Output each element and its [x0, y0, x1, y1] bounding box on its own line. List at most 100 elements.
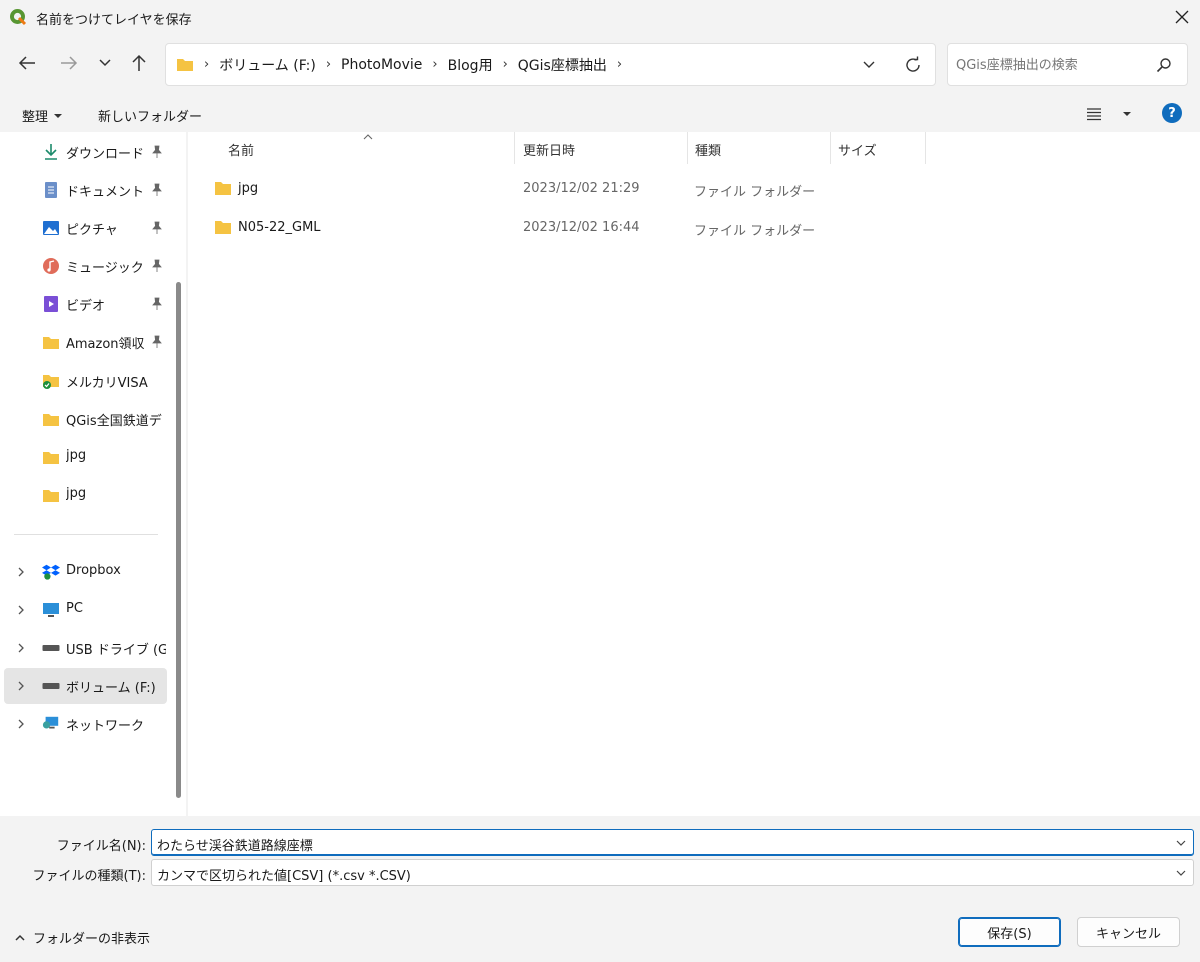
help-button[interactable]: ?	[1162, 103, 1182, 123]
folder-icon	[215, 182, 231, 195]
sidebar-item-amazon[interactable]: Amazon領収	[0, 324, 170, 360]
navigation-pane[interactable]: ダウンロード ドキュメント ピクチャ ミュージック ビデオ Amazon領収 メ…	[0, 132, 186, 816]
sidebar-scrollbar-thumb[interactable]	[176, 282, 181, 798]
cancel-button[interactable]: キャンセル	[1077, 917, 1180, 947]
column-separator[interactable]	[925, 132, 926, 164]
sidebar-item-jpg[interactable]: jpg	[0, 439, 170, 475]
chevron-down-icon[interactable]	[1174, 836, 1188, 850]
chevron-right-icon[interactable]	[14, 717, 28, 731]
sidebar-item-jpg[interactable]: jpg	[0, 477, 170, 513]
sidebar-item-qgis-railway[interactable]: QGis全国鉄道デ	[0, 401, 170, 437]
file-type: ファイル フォルダー	[694, 224, 816, 239]
file-name: N05-22_GML	[238, 220, 321, 235]
column-header-size[interactable]: サイズ	[838, 132, 924, 166]
picture-icon	[42, 219, 60, 237]
new-folder-button[interactable]: 新しいフォルダー	[98, 106, 202, 125]
column-header-type[interactable]: 種類	[695, 132, 830, 166]
save-button[interactable]: 保存(S)	[958, 917, 1061, 947]
recent-locations-button[interactable]	[91, 49, 119, 77]
sidebar-item-mercari[interactable]: メルカリVISA	[0, 363, 170, 399]
folder-synced-icon	[42, 372, 60, 390]
pin-icon[interactable]	[150, 183, 164, 197]
file-row[interactable]: jpg 2023/12/02 21:29 ファイル フォルダー	[208, 172, 1188, 206]
sidebar-item-music[interactable]: ミュージック	[0, 248, 170, 284]
chevron-right-icon[interactable]: ›	[432, 57, 437, 72]
video-icon	[42, 295, 60, 313]
sidebar-item-volume-f[interactable]: ボリューム (F:)	[4, 668, 167, 704]
folder-icon	[42, 333, 60, 351]
chevron-right-icon[interactable]: ›	[617, 57, 622, 72]
refresh-button[interactable]	[900, 52, 926, 78]
chevron-right-icon[interactable]: ›	[326, 57, 331, 72]
pin-icon[interactable]	[150, 221, 164, 235]
dialog-footer: ファイル名(N): わたらせ渓谷鉄道路線座標 ファイルの種類(T): カンマで区…	[0, 816, 1200, 962]
breadcrumb-item[interactable]: Blog用	[448, 55, 493, 75]
sidebar-item-videos[interactable]: ビデオ	[0, 286, 170, 322]
forward-button[interactable]	[55, 49, 83, 77]
file-modified: 2023/12/02 21:29	[523, 181, 640, 196]
pc-icon	[42, 601, 60, 619]
sidebar-item-label: Dropbox	[66, 563, 121, 578]
chevron-right-icon[interactable]	[14, 565, 28, 579]
organize-menu-button[interactable]: 整理	[22, 106, 63, 125]
pin-icon[interactable]	[150, 297, 164, 311]
file-name: jpg	[238, 181, 259, 196]
address-history-button[interactable]	[856, 52, 882, 78]
sidebar-item-network[interactable]: ネットワーク	[0, 706, 170, 742]
sidebar-item-pictures[interactable]: ピクチャ	[0, 210, 170, 246]
sidebar-item-label: jpg	[66, 448, 87, 463]
column-separator[interactable]	[687, 132, 688, 164]
back-button[interactable]	[13, 49, 41, 77]
breadcrumb-item[interactable]: ボリューム (F:)	[219, 55, 316, 75]
up-button[interactable]	[125, 49, 153, 77]
qgis-logo-icon	[10, 9, 27, 26]
help-icon: ?	[1168, 105, 1176, 121]
view-options-button[interactable]	[1086, 103, 1132, 125]
hide-folders-toggle[interactable]: フォルダーの非表示	[14, 928, 150, 947]
sidebar-item-documents[interactable]: ドキュメント	[0, 172, 170, 208]
filetype-select[interactable]: カンマで区切られた値[CSV] (*.csv *.CSV)	[151, 859, 1194, 886]
sidebar-item-dropbox[interactable]: Dropbox	[0, 554, 170, 590]
sidebar-item-usb-drive[interactable]: USB ドライブ (G:)	[0, 630, 170, 666]
pin-icon[interactable]	[150, 335, 164, 349]
sidebar-item-label: QGis全国鉄道デ	[66, 414, 162, 429]
breadcrumb-item[interactable]: QGis座標抽出	[518, 55, 607, 75]
folder-icon	[215, 221, 231, 234]
address-bar[interactable]: › ボリューム (F:) › PhotoMovie › Blog用 › QGis…	[165, 43, 936, 86]
search-box[interactable]	[947, 43, 1188, 86]
chevron-right-icon[interactable]: ›	[204, 57, 209, 72]
navigation-bar: › ボリューム (F:) › PhotoMovie › Blog用 › QGis…	[0, 34, 1200, 96]
breadcrumb-item[interactable]: PhotoMovie	[341, 57, 422, 73]
chevron-right-icon[interactable]	[14, 603, 28, 617]
column-header-modified[interactable]: 更新日時	[523, 132, 688, 166]
chevron-right-icon[interactable]	[14, 679, 28, 693]
filename-field[interactable]: わたらせ渓谷鉄道路線座標	[157, 835, 313, 854]
filename-combobox[interactable]: わたらせ渓谷鉄道路線座標	[151, 829, 1194, 856]
folder-icon	[42, 486, 60, 504]
drive-icon	[42, 677, 60, 695]
chevron-right-icon[interactable]	[14, 641, 28, 655]
file-modified: 2023/12/02 16:44	[523, 220, 640, 235]
chevron-down-icon[interactable]	[1174, 866, 1188, 880]
search-icon[interactable]	[1154, 55, 1174, 75]
file-list[interactable]: 名前 更新日時 種類 サイズ jpg 2023/12/02 21:29 ファイル…	[188, 132, 1200, 816]
pin-icon[interactable]	[150, 145, 164, 159]
sidebar-item-downloads[interactable]: ダウンロード	[0, 134, 170, 170]
hide-folders-label: フォルダーの非表示	[33, 932, 151, 947]
column-header-name[interactable]: 名前	[228, 132, 514, 166]
arrow-up-icon	[132, 54, 146, 71]
column-separator[interactable]	[514, 132, 515, 164]
column-separator[interactable]	[830, 132, 831, 164]
sidebar-item-label: ボリューム (F:)	[66, 681, 156, 696]
sidebar-item-label: jpg	[66, 486, 87, 501]
refresh-icon	[906, 56, 920, 72]
sidebar-item-label: USB ドライブ (G:)	[66, 643, 166, 658]
pin-icon[interactable]	[150, 259, 164, 273]
arrow-right-icon	[61, 56, 78, 70]
close-button[interactable]	[1164, 0, 1200, 34]
file-row[interactable]: N05-22_GML 2023/12/02 16:44 ファイル フォルダー	[208, 211, 1188, 245]
breadcrumb: › ボリューム (F:) › PhotoMovie › Blog用 › QGis…	[176, 44, 632, 85]
chevron-right-icon[interactable]: ›	[503, 57, 508, 72]
sidebar-item-pc[interactable]: PC	[0, 592, 170, 628]
search-input[interactable]	[956, 54, 1146, 76]
